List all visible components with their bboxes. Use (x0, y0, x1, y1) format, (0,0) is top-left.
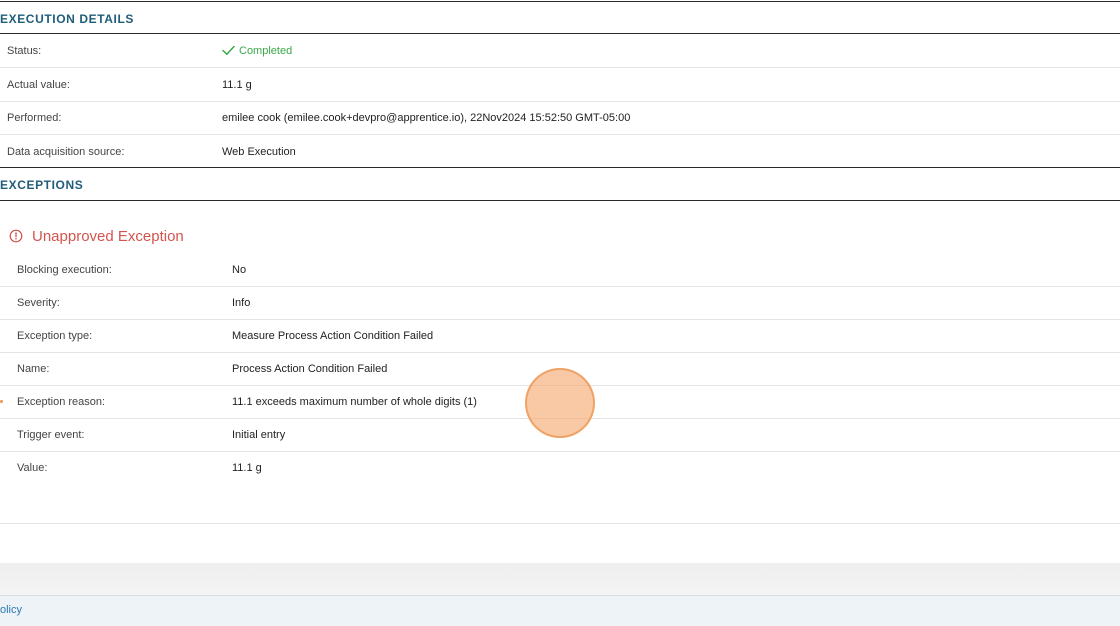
execution-detail-page: EXECUTION DETAILS Status: Completed Actu… (0, 0, 1120, 626)
status-row: Status: Completed (0, 34, 1120, 68)
row-edge-marker (0, 400, 3, 403)
status-value: Completed (222, 45, 292, 57)
performed-label: Performed: (7, 112, 62, 124)
footer-policy-link[interactable]: olicy (0, 604, 22, 616)
exceptions-title: EXCEPTIONS (0, 178, 84, 192)
severity-value: Info (232, 297, 251, 309)
trigger-event-row: Trigger event: Initial entry (0, 419, 1120, 452)
actual-value: 11.1 g (222, 78, 252, 91)
data-acquisition-value: Web Execution (222, 145, 296, 158)
exceptions-header: EXCEPTIONS (0, 167, 1120, 201)
name-label: Name: (17, 363, 50, 375)
blocking-execution-label: Blocking execution: (17, 263, 112, 276)
name-value: Process Action Condition Failed (232, 363, 388, 375)
data-acquisition-label: Data acquisition source: (7, 145, 125, 158)
exception-type-label: Exception type: (17, 330, 93, 342)
actual-value-label: Actual value: (7, 78, 70, 91)
check-icon (222, 45, 235, 55)
exception-reason-value: 11.1 exceeds maximum number of whole dig… (232, 396, 477, 408)
section-bottom-divider (0, 523, 1120, 524)
value-label: Value: (17, 462, 48, 474)
exception-type-row: Exception type: Measure Process Action C… (0, 320, 1120, 353)
blocking-execution-row: Blocking execution: No (0, 253, 1120, 287)
performed-row: Performed: emilee cook (emilee.cook+devp… (0, 102, 1120, 135)
execution-details-title: EXECUTION DETAILS (0, 12, 134, 26)
blocking-execution-value: No (232, 263, 247, 276)
trigger-event-label: Trigger event: (17, 429, 85, 441)
value-row: Value: 11.1 g (0, 452, 1120, 484)
performed-value: emilee cook (emilee.cook+devpro@apprenti… (222, 112, 631, 124)
exception-reason-row: Exception reason: 11.1 exceeds maximum n… (0, 386, 1120, 419)
value-value: 11.1 g (232, 462, 262, 474)
exception-reason-label: Exception reason: (17, 396, 106, 408)
severity-label: Severity: (17, 297, 60, 309)
alert-circle-icon (9, 229, 23, 243)
unapproved-exception-heading: Unapproved Exception (9, 226, 184, 246)
exception-type-value: Measure Process Action Condition Failed (232, 330, 434, 342)
status-label: Status: (7, 44, 42, 57)
name-row: Name: Process Action Condition Failed (0, 353, 1120, 386)
execution-details-header: EXECUTION DETAILS (0, 2, 1120, 34)
data-acquisition-row: Data acquisition source: Web Execution (0, 135, 1120, 168)
exception-title-text: Unapproved Exception (32, 227, 184, 245)
page-gap-band (0, 563, 1120, 596)
severity-row: Severity: Info (0, 287, 1120, 320)
actual-value-row: Actual value: 11.1 g (0, 68, 1120, 102)
footer: olicy (0, 596, 1120, 626)
status-text: Completed (239, 44, 293, 57)
trigger-event-value: Initial entry (232, 429, 286, 441)
